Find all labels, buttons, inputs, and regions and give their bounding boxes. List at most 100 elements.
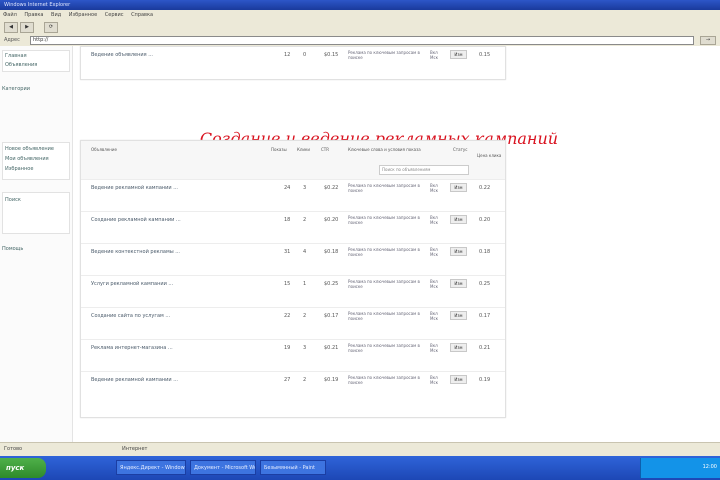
start-button[interactable]: пуск — [0, 458, 46, 478]
sidebar-item-search[interactable]: Поиск — [5, 197, 71, 203]
ad-edit-button[interactable]: Изм — [450, 311, 467, 320]
taskbar-item-browser[interactable]: Яндекс.Директ - Windows Internet Explore… — [116, 460, 186, 475]
ad-name[interactable]: Ведение объявления ... — [91, 52, 153, 58]
ad-impressions: 27 — [284, 377, 291, 383]
ad-impressions: 19 — [284, 345, 291, 351]
ad-impressions: 18 — [284, 217, 291, 223]
ad-status: Вкл Мск — [430, 343, 439, 353]
system-tray: 12:00 — [640, 458, 720, 478]
sidebar-item-categories[interactable]: Категории — [2, 86, 68, 92]
table-row: Реклама интернет-магазина ... 19 3 $0.21 Рек… — [81, 339, 505, 372]
ad-price: 0.25 — [479, 281, 491, 287]
ad-ctr: $0.19 — [324, 377, 339, 383]
ad-keywords: Реклама по ключевым запросам в поиске — [348, 215, 420, 225]
table-row: Услуги рекламной кампании ... 15 1 $0.25 Рек… — [81, 275, 505, 308]
menu-edit[interactable]: Правка — [24, 12, 43, 18]
ad-price: 0.20 — [479, 217, 491, 223]
ad-status: Вкл Мск — [430, 279, 439, 289]
ad-keywords: Реклама по ключевым запросам в поиске — [348, 247, 420, 257]
window-title: Windows Internet Explorer — [4, 2, 71, 8]
ad-keywords: Реклама по ключевым запросам в поиске — [348, 50, 420, 60]
ad-impressions: 22 — [284, 313, 291, 319]
sidebar: Главная Объявления Категории Новое объяв… — [0, 46, 73, 442]
forward-button[interactable]: ▶ — [20, 22, 34, 33]
ad-impressions: 15 — [284, 281, 291, 287]
menu-file[interactable]: Файл — [3, 12, 17, 18]
menu-tools[interactable]: Сервис — [105, 12, 124, 18]
col-header-name: Объявление — [91, 147, 117, 152]
table-row: Ведение рекламной кампании ... 27 2 $0.19 Ре… — [81, 371, 505, 404]
toolbar: ◀ ▶ ⟳ — [0, 20, 720, 35]
ad-edit-button[interactable]: Изм — [450, 183, 467, 192]
ad-impressions: 31 — [284, 249, 291, 255]
menu-favorites[interactable]: Избранное — [69, 12, 97, 18]
ad-edit-button[interactable]: Изм — [450, 50, 467, 59]
ad-keywords: Реклама по ключевым запросам в поиске — [348, 343, 420, 353]
menu-view[interactable]: Вид — [51, 12, 61, 18]
table-search-input[interactable]: Поиск по объявлениям — [379, 165, 469, 175]
ads-table-panel: Объявление Показы Клики CTR Ключевые сло… — [80, 140, 506, 418]
page-viewport: Главная Объявления Категории Новое объяв… — [0, 46, 720, 442]
sidebar-item-help[interactable]: Помощь — [2, 246, 68, 252]
ad-ctr: $0.22 — [324, 185, 339, 191]
ad-keywords: Реклама по ключевым запросам в поиске — [348, 375, 420, 385]
sidebar-block-top: Главная Объявления — [2, 50, 70, 72]
clock: 12:00 — [702, 464, 717, 470]
ad-status: Вкл Мск — [430, 311, 439, 321]
ad-clicks: 2 — [303, 377, 307, 383]
ad-status: Вкл Мск — [430, 50, 439, 60]
ad-name[interactable]: Создание сайта по услугам ... — [91, 313, 170, 319]
refresh-button[interactable]: ⟳ — [44, 22, 58, 33]
table-row: Ведение рекламной кампании ... 24 3 $0.22 Ре… — [81, 179, 505, 212]
ad-name[interactable]: Создание рекламной кампании ... — [91, 217, 181, 223]
table-row: Создание сайта по услугам ... 22 2 $0.17 Рек… — [81, 307, 505, 340]
ad-edit-button[interactable]: Изм — [450, 215, 467, 224]
top-ad-panel: Ведение объявления ... 12 0 $0.15 Реклам… — [80, 46, 506, 80]
address-label: Адрес — [4, 37, 20, 43]
col-header-impressions: Показы — [271, 147, 287, 152]
ad-keywords: Реклама по ключевым запросам в поиске — [348, 183, 420, 193]
taskbar-item-paint[interactable]: Безымянный - Paint — [260, 460, 326, 475]
table-row: Создание рекламной кампании ... 18 2 $0.20 Р… — [81, 211, 505, 244]
ad-price: 0.17 — [479, 313, 491, 319]
taskbar: пуск Яндекс.Директ - Windows Internet Ex… — [0, 456, 720, 480]
ad-edit-button[interactable]: Изм — [450, 279, 467, 288]
back-button[interactable]: ◀ — [4, 22, 18, 33]
ad-clicks: 3 — [303, 185, 307, 191]
ad-name[interactable]: Реклама интернет-магазина ... — [91, 345, 173, 351]
ad-clicks: 0 — [303, 52, 307, 58]
ad-ctr: $0.17 — [324, 313, 339, 319]
ad-ctr: $0.21 — [324, 345, 339, 351]
go-button[interactable]: → — [700, 36, 716, 45]
sidebar-block-lower: Поиск — [2, 192, 70, 234]
ad-ctr: $0.20 — [324, 217, 339, 223]
ad-name[interactable]: Ведение рекламной кампании ... — [91, 377, 178, 383]
ad-status: Вкл Мск — [430, 247, 439, 257]
ad-keywords: Реклама по ключевым запросам в поиске — [348, 279, 420, 289]
ad-status: Вкл Мск — [430, 183, 439, 193]
ad-edit-button[interactable]: Изм — [450, 343, 467, 352]
sidebar-item-home[interactable]: Главная — [5, 53, 71, 59]
ad-name[interactable]: Ведение контекстной рекламы ... — [91, 249, 180, 255]
ad-name[interactable]: Ведение рекламной кампании ... — [91, 185, 178, 191]
col-header-status: Статус — [453, 147, 468, 152]
table-row: Ведение объявления ... 12 0 $0.15 Реклам… — [81, 47, 505, 79]
ad-clicks: 1 — [303, 281, 307, 287]
ad-impressions: 24 — [284, 185, 291, 191]
ad-edit-button[interactable]: Изм — [450, 375, 467, 384]
status-bar: Готово Интернет — [0, 442, 720, 457]
ad-status: Вкл Мск — [430, 215, 439, 225]
ad-clicks: 4 — [303, 249, 307, 255]
ad-edit-button[interactable]: Изм — [450, 247, 467, 256]
ad-ctr: $0.15 — [324, 52, 339, 58]
ad-impressions: 12 — [284, 52, 291, 58]
ad-name[interactable]: Услуги рекламной кампании ... — [91, 281, 173, 287]
col-header-keywords: Ключевые слова и условия показа — [348, 147, 421, 152]
ad-ctr: $0.18 — [324, 249, 339, 255]
sidebar-item-ads[interactable]: Объявления — [5, 62, 71, 68]
menu-help[interactable]: Справка — [131, 12, 153, 18]
address-input[interactable]: http:// — [30, 36, 694, 45]
table-row: Ведение контекстной рекламы ... 31 4 $0.18 Р… — [81, 243, 505, 276]
taskbar-item-word[interactable]: Документ - Microsoft Word — [190, 460, 256, 475]
ad-keywords: Реклама по ключевым запросам в поиске — [348, 311, 420, 321]
